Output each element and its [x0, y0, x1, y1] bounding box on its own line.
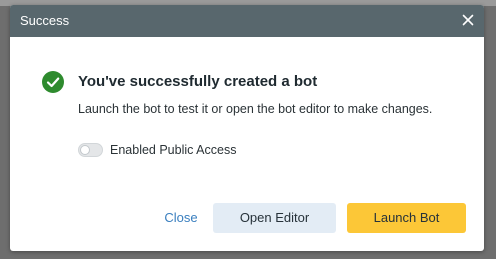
toggle-knob	[80, 145, 90, 155]
check-circle-icon	[42, 71, 64, 93]
open-editor-button[interactable]: Open Editor	[213, 203, 336, 233]
public-access-toggle[interactable]	[78, 143, 103, 157]
dialog-header: Success	[10, 5, 484, 37]
close-icon[interactable]	[460, 12, 476, 28]
public-access-label: Enabled Public Access	[110, 143, 237, 157]
close-button[interactable]: Close	[158, 203, 204, 233]
launch-bot-button[interactable]: Launch Bot	[347, 203, 466, 233]
success-heading: You've successfully created a bot	[78, 73, 318, 90]
success-message: Launch the bot to test it or open the bo…	[78, 102, 433, 116]
success-dialog: Success You've successfully created a bo…	[10, 5, 484, 251]
dialog-title: Success	[20, 13, 70, 28]
